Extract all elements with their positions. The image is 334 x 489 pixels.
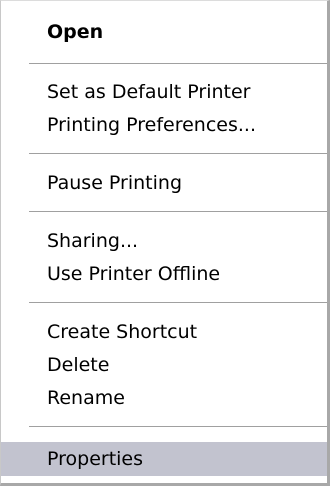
- menu-separator: [29, 426, 327, 428]
- menu-item-open[interactable]: Open: [1, 15, 327, 49]
- menu-item-use-printer-offline[interactable]: Use Printer Offline: [1, 257, 327, 291]
- menu-item-pause-printing[interactable]: Pause Printing: [1, 166, 327, 200]
- menu-item-properties[interactable]: Properties: [1, 442, 327, 476]
- menu-item-set-default-printer[interactable]: Set as Default Printer: [1, 75, 327, 109]
- menu-item-sharing[interactable]: Sharing...: [1, 224, 327, 258]
- menu-separator: [29, 63, 327, 65]
- menu-item-delete[interactable]: Delete: [1, 348, 327, 382]
- menu-separator: [29, 211, 327, 213]
- menu-item-rename[interactable]: Rename: [1, 381, 327, 415]
- printer-context-menu: Open Set as Default Printer Printing Pre…: [0, 0, 330, 486]
- menu-separator: [29, 302, 327, 304]
- menu-item-printing-preferences[interactable]: Printing Preferences...: [1, 108, 327, 142]
- menu-item-create-shortcut[interactable]: Create Shortcut: [1, 315, 327, 349]
- menu-separator: [29, 153, 327, 155]
